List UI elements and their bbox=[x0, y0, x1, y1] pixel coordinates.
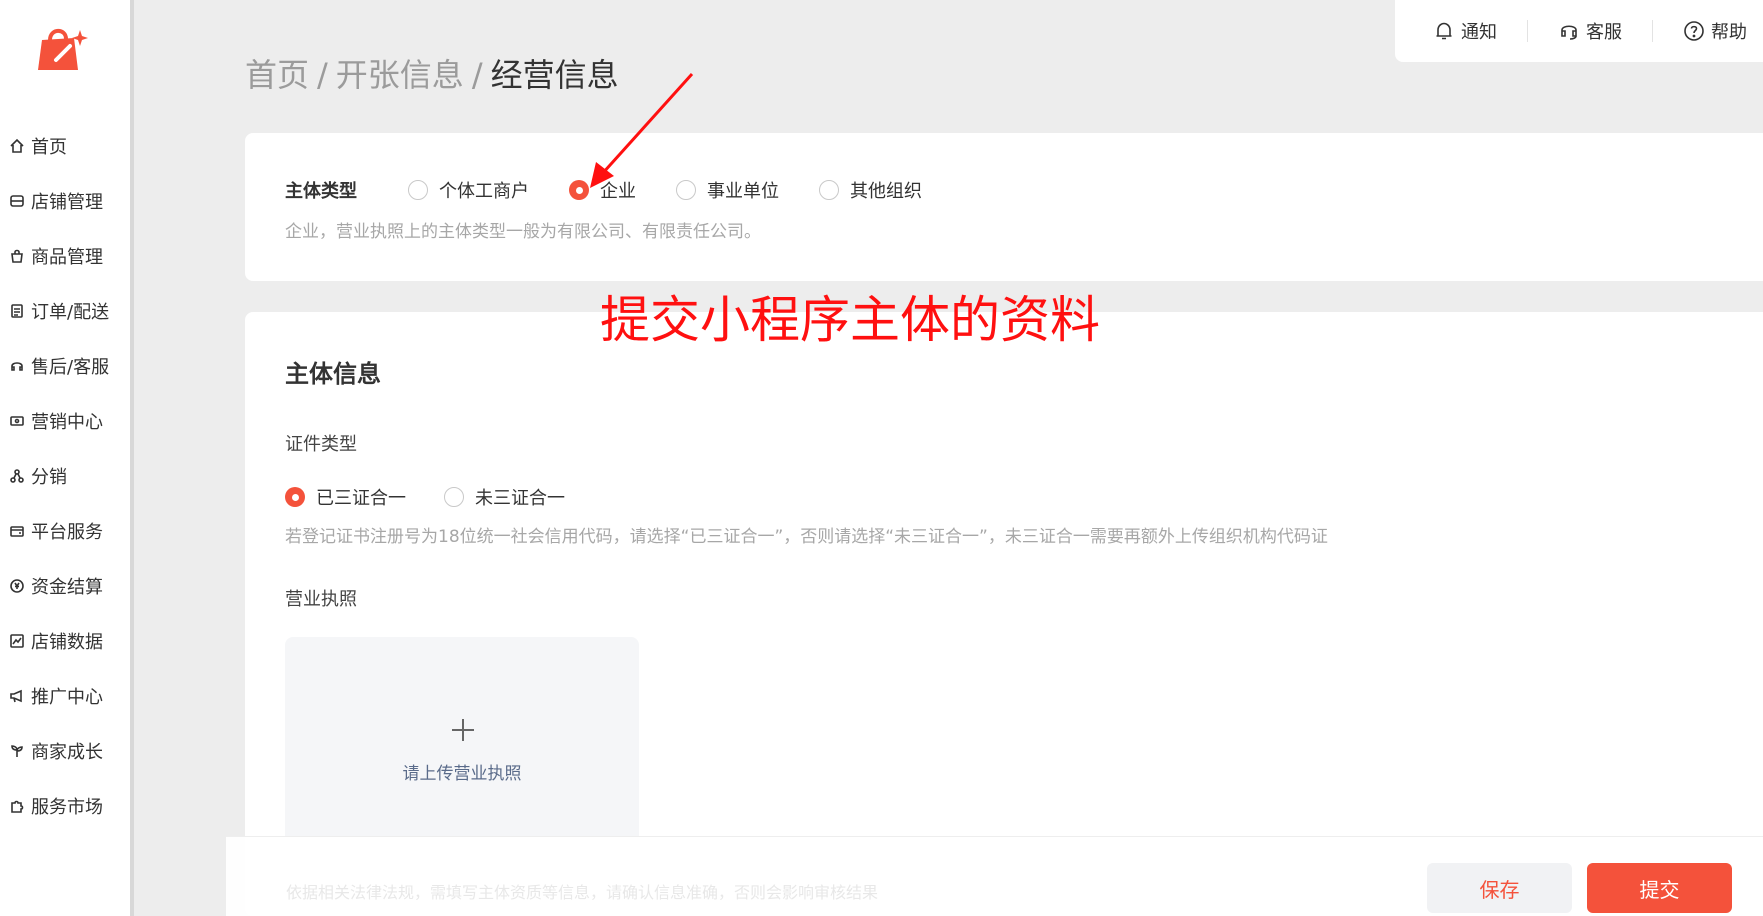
sidebar-item-home[interactable]: 首页 bbox=[8, 118, 109, 173]
home-icon bbox=[8, 137, 26, 155]
radio-other-organization[interactable]: 其他组织 bbox=[819, 177, 922, 203]
entity-type-label: 主体类型 bbox=[285, 181, 357, 202]
sidebar-item-aftersales[interactable]: 售后/客服 bbox=[8, 338, 109, 393]
sidebar-item-label: 推广中心 bbox=[31, 686, 103, 708]
license-upload-box[interactable]: 请上传营业执照 bbox=[285, 637, 639, 857]
sidebar-divider bbox=[130, 0, 134, 916]
sidebar-item-label: 服务市场 bbox=[31, 796, 103, 818]
annotation-arrow bbox=[590, 72, 694, 188]
sidebar-item-orders[interactable]: 订单/配送 bbox=[8, 283, 109, 338]
sidebar-item-label: 店铺数据 bbox=[31, 631, 103, 653]
chart-icon bbox=[8, 632, 26, 650]
save-button[interactable]: 保存 bbox=[1427, 863, 1572, 913]
radio-individual-business[interactable]: 个体工商户 bbox=[408, 177, 529, 203]
sidebar-item-label: 商品管理 bbox=[31, 246, 103, 268]
sidebar-item-label: 售后/客服 bbox=[31, 356, 110, 378]
cert-type-hint: 若登记证书注册号为18位统一社会信用代码，请选择“已三证合一”，否则请选择“未三… bbox=[285, 527, 1328, 547]
bottom-action-bar: 依据相关法律法规，需填写主体资质等信息，请确认信息准确，否则会影响审核结果 保存… bbox=[226, 836, 1763, 916]
megaphone-icon bbox=[8, 687, 26, 705]
breadcrumb: 首页 / 开张信息 / 经营信息 bbox=[245, 50, 619, 96]
cert-type-radio-group: 已三证合一 未三证合一 bbox=[285, 484, 565, 510]
top-toolbar: 通知 客服 帮助 bbox=[1395, 0, 1763, 62]
shop-logo bbox=[38, 28, 88, 70]
upload-text: 请上传营业执照 bbox=[402, 764, 522, 784]
sprout-icon bbox=[8, 742, 26, 760]
sidebar-item-products[interactable]: 商品管理 bbox=[8, 228, 109, 283]
radio-circle bbox=[819, 180, 839, 200]
yen-icon bbox=[8, 577, 26, 595]
order-icon bbox=[8, 302, 26, 320]
sidebar-item-distribution[interactable]: 分销 bbox=[8, 448, 109, 503]
radio-circle bbox=[408, 180, 428, 200]
radio-circle-checked bbox=[285, 487, 305, 507]
customer-service-button[interactable]: 客服 bbox=[1558, 18, 1622, 44]
bell-icon bbox=[1436, 22, 1452, 40]
sidebar-item-label: 平台服务 bbox=[31, 521, 103, 543]
sidebar-item-service-market[interactable]: 服务市场 bbox=[8, 778, 109, 833]
customer-service-label: 客服 bbox=[1586, 22, 1622, 43]
section-title: 主体信息 bbox=[285, 360, 381, 388]
entity-type-card: 主体类型 个体工商户 企业 事业单位 其他组织 企业，营业执照上的主体类型一般为… bbox=[245, 133, 1763, 281]
sidebar-item-label: 分销 bbox=[31, 466, 67, 488]
store-icon bbox=[8, 192, 26, 210]
radio-not-three-in-one[interactable]: 未三证合一 bbox=[444, 484, 565, 510]
breadcrumb-opening-info[interactable]: 开张信息 bbox=[336, 56, 464, 94]
wallet-icon bbox=[8, 522, 26, 540]
puzzle-icon bbox=[8, 797, 26, 815]
share-icon bbox=[8, 467, 26, 485]
headset-icon bbox=[8, 357, 26, 375]
notify-label: 通知 bbox=[1461, 22, 1497, 43]
toolbar-divider bbox=[1652, 20, 1653, 42]
sidebar: 首页 店铺管理 商品管理 订单/配送 售后/客服 营销中心 分销 平台服务 资金… bbox=[0, 0, 130, 916]
radio-label: 未三证合一 bbox=[475, 488, 565, 509]
breadcrumb-separator: / bbox=[471, 56, 483, 94]
help-icon bbox=[1684, 21, 1704, 41]
sidebar-item-promotion[interactable]: 推广中心 bbox=[8, 668, 109, 723]
entity-type-hint: 企业，营业执照上的主体类型一般为有限公司、有限责任公司。 bbox=[285, 222, 761, 242]
help-label: 帮助 bbox=[1711, 22, 1747, 43]
entity-info-card: 主体信息 证件类型 已三证合一 未三证合一 若登记证书注册号为18位统一社会信用… bbox=[245, 312, 1763, 916]
toolbar-divider bbox=[1527, 20, 1528, 42]
radio-label: 个体工商户 bbox=[439, 181, 529, 202]
submit-button[interactable]: 提交 bbox=[1587, 863, 1732, 913]
sidebar-item-label: 营销中心 bbox=[31, 411, 103, 433]
annotation-text: 提交小程序主体的资料 bbox=[600, 291, 1100, 349]
sidebar-item-store[interactable]: 店铺管理 bbox=[8, 173, 109, 228]
breadcrumb-home[interactable]: 首页 bbox=[245, 56, 309, 94]
sidebar-item-platform-services[interactable]: 平台服务 bbox=[8, 503, 109, 558]
radio-circle bbox=[444, 487, 464, 507]
sidebar-nav: 首页 店铺管理 商品管理 订单/配送 售后/客服 营销中心 分销 平台服务 资金… bbox=[8, 118, 109, 833]
license-label: 营业执照 bbox=[285, 589, 357, 610]
sidebar-item-growth[interactable]: 商家成长 bbox=[8, 723, 109, 778]
sidebar-item-label: 商家成长 bbox=[31, 741, 103, 763]
sidebar-item-label: 资金结算 bbox=[31, 576, 103, 598]
notify-button[interactable]: 通知 bbox=[1433, 18, 1497, 44]
cert-type-label: 证件类型 bbox=[285, 434, 357, 455]
radio-label: 其他组织 bbox=[850, 181, 922, 202]
sidebar-item-settlement[interactable]: 资金结算 bbox=[8, 558, 109, 613]
sidebar-item-label: 订单/配送 bbox=[31, 301, 110, 323]
radio-three-in-one[interactable]: 已三证合一 bbox=[285, 484, 406, 510]
sidebar-item-label: 首页 bbox=[31, 136, 67, 158]
sidebar-item-label: 店铺管理 bbox=[31, 191, 103, 213]
sidebar-item-marketing[interactable]: 营销中心 bbox=[8, 393, 109, 448]
plus-icon bbox=[452, 719, 474, 741]
breadcrumb-separator: / bbox=[317, 56, 328, 94]
headset-icon bbox=[1561, 25, 1577, 40]
radio-label: 事业单位 bbox=[707, 181, 779, 202]
help-button[interactable]: 帮助 bbox=[1683, 18, 1747, 44]
sidebar-item-store-data[interactable]: 店铺数据 bbox=[8, 613, 109, 668]
bag-icon bbox=[8, 247, 26, 265]
radio-label: 已三证合一 bbox=[316, 488, 406, 509]
faded-note: 依据相关法律法规，需填写主体资质等信息，请确认信息准确，否则会影响审核结果 bbox=[286, 883, 879, 902]
ticket-icon bbox=[8, 412, 26, 430]
